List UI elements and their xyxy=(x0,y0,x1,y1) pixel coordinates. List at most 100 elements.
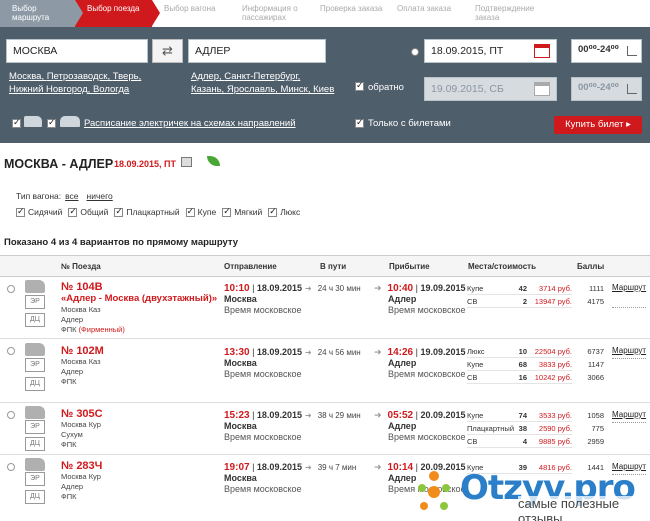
points-value: 1058 xyxy=(587,411,604,420)
results-count: Показано 4 из 4 вариантов по прямому мар… xyxy=(4,237,239,248)
booking-steps: Выбор маршрута Выбор поезда Выбор вагона… xyxy=(0,0,650,27)
arrow-right-icon: ➜ xyxy=(374,283,382,293)
seat-option[interactable]: Люкс 10 22504 руб. xyxy=(467,346,572,358)
route-link[interactable]: Маршрут xyxy=(612,346,646,355)
points-value: 775 xyxy=(591,424,604,433)
city-link[interactable]: Петрозаводск xyxy=(47,71,108,82)
col-departure[interactable]: Отправление xyxy=(224,262,277,271)
seat-option[interactable]: Плацкартный 38 2590 руб. xyxy=(467,423,572,435)
city-link[interactable]: Адлер xyxy=(191,71,219,82)
city-link[interactable]: Тверь xyxy=(113,71,139,82)
to-popular-cities: Адлер, Санкт-Петербург, Казань, Ярославл… xyxy=(191,71,335,95)
filter-sitting[interactable]: Сидячий xyxy=(16,206,62,218)
city-link[interactable]: Москва xyxy=(9,71,41,82)
col-duration[interactable]: В пути xyxy=(320,262,346,271)
filter-soft[interactable]: Мягкий xyxy=(222,206,262,218)
col-train-number[interactable]: № Поезда xyxy=(61,262,101,271)
print-icon[interactable] xyxy=(181,157,192,167)
train-number[interactable]: № 104В xyxy=(61,281,103,293)
select-none-link[interactable]: ничего xyxy=(87,191,113,201)
points-value: 3066 xyxy=(587,373,604,382)
travel-duration: ➜ 38 ч 29 мин xyxy=(305,411,361,420)
step-payment: Оплата заказа xyxy=(397,4,452,13)
train-icon xyxy=(25,406,45,419)
seat-option[interactable]: Купе 68 3833 руб. xyxy=(467,359,572,371)
city-link[interactable]: Нижний Новгород xyxy=(9,84,88,95)
points-value: 2959 xyxy=(587,437,604,446)
return-time-select[interactable]: 00⁰⁰-24⁰⁰ xyxy=(571,77,642,101)
step-route[interactable]: Выбор маршрута xyxy=(0,0,83,27)
train-row[interactable]: ЭР ДЦ № 104В «Адлер - Москва (двухэтажны… xyxy=(0,277,650,339)
return-checkbox[interactable] xyxy=(355,80,364,91)
train-number[interactable]: № 305С xyxy=(61,408,103,420)
train-select-radio[interactable] xyxy=(7,463,15,471)
city-link[interactable]: Санкт-Петербург xyxy=(224,71,297,82)
train-select-radio[interactable] xyxy=(7,411,15,419)
swap-stations-button[interactable]: ⇄ xyxy=(152,39,183,63)
suburban-checkbox[interactable] xyxy=(47,117,56,128)
return-date-input[interactable]: 19.09.2015, СБ xyxy=(424,77,557,101)
calendar-icon[interactable] xyxy=(534,82,550,96)
points-value: 1147 xyxy=(587,360,604,369)
arrow-right-icon: ➜ xyxy=(374,347,382,357)
dc-icon: ДЦ xyxy=(25,437,45,451)
step-wagon: Выбор вагона xyxy=(164,4,216,13)
seat-option[interactable]: Купе 74 3533 руб. xyxy=(467,410,572,422)
train-select-radio[interactable] xyxy=(7,347,15,355)
route-link[interactable]: Маршрут xyxy=(612,283,646,292)
step-train[interactable]: Выбор поезда xyxy=(75,0,160,27)
seat-option[interactable]: СВ 16 10242 руб. xyxy=(467,372,572,384)
buy-ticket-button[interactable]: Купить билет ▸ xyxy=(554,116,642,134)
train-row[interactable]: ЭР ДЦ № 102М Москва Каз Адлер ФПК 13:30 … xyxy=(0,339,650,403)
train-number[interactable]: № 102М xyxy=(61,345,104,357)
from-station-input[interactable]: МОСКВА xyxy=(6,39,148,63)
seat-option[interactable]: Купе 42 3714 руб. xyxy=(467,283,572,295)
from-popular-cities: Москва, Петрозаводск, Тверь, Нижний Новг… xyxy=(9,71,142,95)
to-station-input[interactable]: АДЛЕР xyxy=(188,39,326,63)
seat-option[interactable]: СВ 2 13947 руб. xyxy=(467,296,572,308)
points-value: 4175 xyxy=(587,297,604,306)
city-link[interactable]: Киев xyxy=(313,84,334,95)
filter-general[interactable]: Общий xyxy=(68,206,108,218)
city-link[interactable]: Вологда xyxy=(93,84,129,95)
train-select-radio[interactable] xyxy=(7,285,15,293)
filter-coupe[interactable]: Купе xyxy=(185,206,216,218)
departure-info: 19:07 | 18.09.2015 Москва Время московск… xyxy=(224,462,302,494)
train-route-info: Москва Кур Адлер ФПК xyxy=(61,472,101,501)
city-link[interactable]: Минск xyxy=(280,84,307,95)
wagon-type-filters: Сидячий Общий Плацкартный Купе Мягкий Лю… xyxy=(16,206,300,218)
departure-date-input[interactable]: 18.09.2015, ПТ xyxy=(424,39,557,63)
step-passengers: Информация о пассажирах xyxy=(242,4,298,22)
eco-leaf-icon[interactable] xyxy=(207,156,220,166)
calendar-icon[interactable] xyxy=(534,44,550,58)
departure-time-select[interactable]: 00⁰⁰-24⁰⁰ xyxy=(571,39,642,63)
filter-lux[interactable]: Люкс xyxy=(268,206,300,218)
select-all-link[interactable]: все xyxy=(65,191,78,201)
train-row[interactable]: ЭР ДЦ № 305С Москва Кур Сухум ФПК 15:23 … xyxy=(0,403,650,455)
filter-platzkart[interactable]: Плацкартный xyxy=(114,206,180,218)
train-icon xyxy=(25,458,45,471)
dropdown-icon xyxy=(627,46,637,56)
train-icon xyxy=(24,116,42,127)
col-arrival[interactable]: Прибытие xyxy=(389,262,430,271)
schedule-link[interactable]: Расписание электричек на схемах направле… xyxy=(84,118,296,129)
arrival-info: ➜ 05:52 | 20.09.2015 Адлер Время московск… xyxy=(374,410,466,442)
points-value: 6737 xyxy=(587,347,604,356)
er-icon: ЭР xyxy=(25,358,45,372)
train-number[interactable]: № 283Ч xyxy=(61,460,102,472)
watermark-tagline: самые полезные отзывы xyxy=(518,496,650,521)
col-points: Баллы xyxy=(577,262,605,271)
seat-option[interactable]: СВ 4 9885 руб. xyxy=(467,436,572,448)
points-value: 1111 xyxy=(588,284,604,293)
long-distance-checkbox[interactable] xyxy=(12,117,21,128)
city-link[interactable]: Казань xyxy=(191,84,222,95)
route-link[interactable]: Маршрут xyxy=(612,410,646,419)
only-tickets-checkbox[interactable] xyxy=(355,117,364,128)
return-label: обратно xyxy=(368,82,404,93)
swap-icon: ⇄ xyxy=(162,43,173,58)
city-link[interactable]: Ярославль xyxy=(227,84,275,95)
col-seats: Места/стоимость xyxy=(468,262,536,271)
one-way-radio[interactable] xyxy=(411,48,419,56)
train-route-info: Москва Каз Адлер ФПК xyxy=(61,357,101,386)
step-check: Проверка заказа xyxy=(320,4,383,13)
